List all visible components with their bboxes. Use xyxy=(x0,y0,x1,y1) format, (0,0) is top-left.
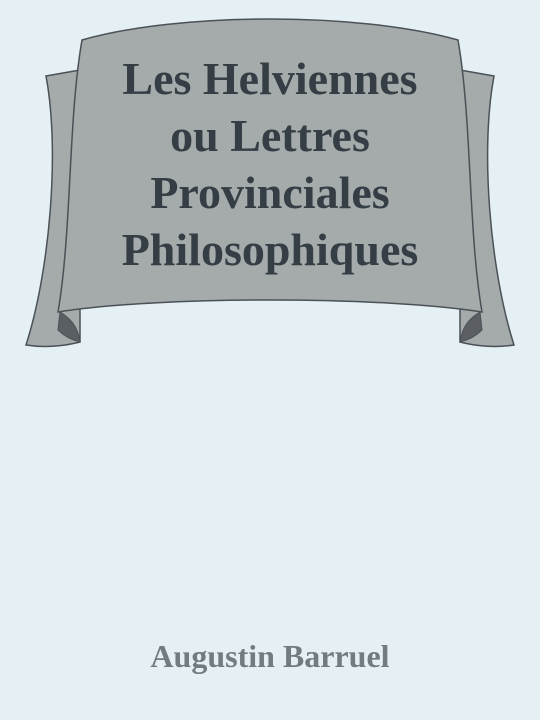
title-line: ou Lettres xyxy=(170,110,370,161)
title-line: Philosophiques xyxy=(121,224,419,275)
book-title: Les Helviennes ou Lettres Provinciales P… xyxy=(60,50,480,300)
book-cover: Les Helviennes ou Lettres Provinciales P… xyxy=(0,0,540,720)
title-line: Provinciales xyxy=(150,167,390,218)
author-name: Augustin Barruel xyxy=(150,638,390,674)
title-line: Les Helviennes xyxy=(122,53,418,104)
